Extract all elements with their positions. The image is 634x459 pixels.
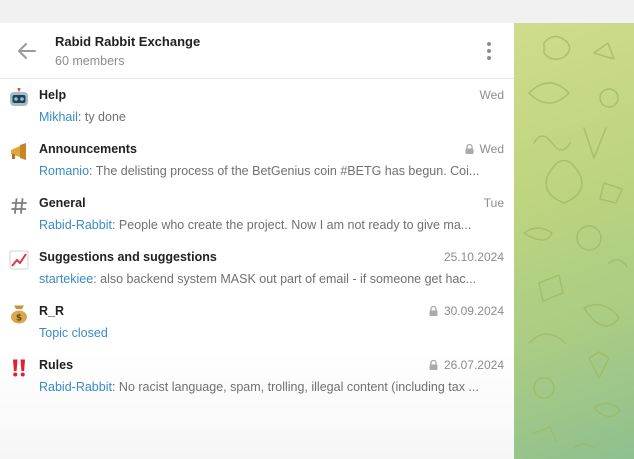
- topic-date: Tue: [484, 196, 504, 210]
- topic-date-text: 30.09.2024: [443, 304, 504, 318]
- topic-preview: Mikhail: ty done: [39, 110, 504, 124]
- topic-date: 30.09.2024: [429, 304, 504, 318]
- message-text: also backend system MASK out part of ema…: [100, 272, 477, 286]
- topic-closed-status: Topic closed: [39, 326, 108, 340]
- topic-name: R_R: [39, 304, 65, 318]
- topic-name: Suggestions and suggestions: [39, 250, 217, 264]
- lock-icon: [465, 144, 474, 154]
- topic-name: Announcements: [39, 142, 137, 156]
- topic-name: General: [39, 196, 86, 210]
- sender-separator: :: [111, 380, 119, 394]
- message-text: ty done: [84, 110, 126, 124]
- topic-date: 25.10.2024: [444, 250, 504, 264]
- message-sender: startekiee: [39, 272, 94, 286]
- message-text: The delisting process of the BetGenius c…: [95, 164, 480, 178]
- topic-row-help[interactable]: Help Wed Mikhail: ty done: [0, 79, 514, 133]
- topic-date-text: Wed: [479, 88, 504, 102]
- member-count: 60 members: [55, 54, 125, 68]
- chat-title[interactable]: Rabid Rabbit Exchange: [55, 34, 200, 49]
- topic-preview: Rabid-Rabbit: No racist language, spam, …: [39, 380, 504, 394]
- message-text: No racist language, spam, trolling, ille…: [118, 380, 479, 394]
- topic-row-r-r[interactable]: $ R_R 30.09.2024 Topic closed: [0, 295, 514, 349]
- message-text: People who create the project. Now I am …: [118, 218, 472, 232]
- topic-name: Rules: [39, 358, 74, 372]
- lock-icon: [429, 360, 438, 370]
- topic-row-suggestions[interactable]: Suggestions and suggestions 25.10.2024 s…: [0, 241, 514, 295]
- topic-date-text: Wed: [479, 142, 504, 156]
- message-sender: Rabid-Rabbit: [39, 380, 112, 394]
- message-sender: Rabid-Rabbit: [39, 218, 112, 232]
- topic-list: Help Wed Mikhail: ty done Announcements: [0, 79, 514, 403]
- back-button[interactable]: [14, 39, 40, 63]
- topic-date: 26.07.2024: [429, 358, 504, 372]
- message-sender: Romanio: [39, 164, 90, 178]
- hash-icon: [8, 195, 30, 217]
- topic-date-text: 26.07.2024: [443, 358, 504, 372]
- wallpaper-doodles: [523, 35, 628, 449]
- sender-separator: :: [89, 164, 96, 178]
- lock-icon: [429, 306, 438, 316]
- chat-header: Rabid Rabbit Exchange 60 members: [0, 23, 514, 79]
- window-top-strip: [0, 0, 634, 23]
- topic-row-rules[interactable]: Rules 26.07.2024 Rabid-Rabbit: No racist…: [0, 349, 514, 403]
- topic-preview: Rabid-Rabbit: People who create the proj…: [39, 218, 504, 232]
- topic-preview: startekiee: also backend system MASK out…: [39, 272, 504, 286]
- arrow-left-icon: [18, 43, 36, 59]
- topic-date-text: Tue: [483, 196, 504, 210]
- chart-increasing-icon: [8, 249, 30, 271]
- topic-date-text: 25.10.2024: [443, 250, 504, 264]
- topic-preview: Topic closed: [39, 326, 504, 340]
- robot-icon: [8, 87, 30, 109]
- svg-text:$: $: [16, 314, 22, 324]
- topic-row-announcements[interactable]: Announcements Wed Romanio: The delisting…: [0, 133, 514, 187]
- double-exclamation-icon: [8, 357, 30, 379]
- topic-name: Help: [39, 88, 67, 102]
- sender-separator: :: [111, 218, 119, 232]
- vertical-dots-icon: [487, 42, 491, 60]
- more-options-button[interactable]: [481, 40, 497, 62]
- chat-wallpaper: [514, 23, 634, 459]
- topic-date: Wed: [465, 142, 504, 156]
- topic-row-general[interactable]: General Tue Rabid-Rabbit: People who cre…: [0, 187, 514, 241]
- megaphone-icon: [8, 141, 30, 163]
- topic-list-panel: Rabid Rabbit Exchange 60 members Help We…: [0, 23, 514, 459]
- message-sender: Mikhail: [39, 110, 78, 124]
- money-bag-icon: $: [8, 303, 30, 325]
- topic-date: Wed: [480, 88, 504, 102]
- topic-preview: Romanio: The delisting process of the Be…: [39, 164, 504, 178]
- sender-separator: :: [77, 110, 85, 124]
